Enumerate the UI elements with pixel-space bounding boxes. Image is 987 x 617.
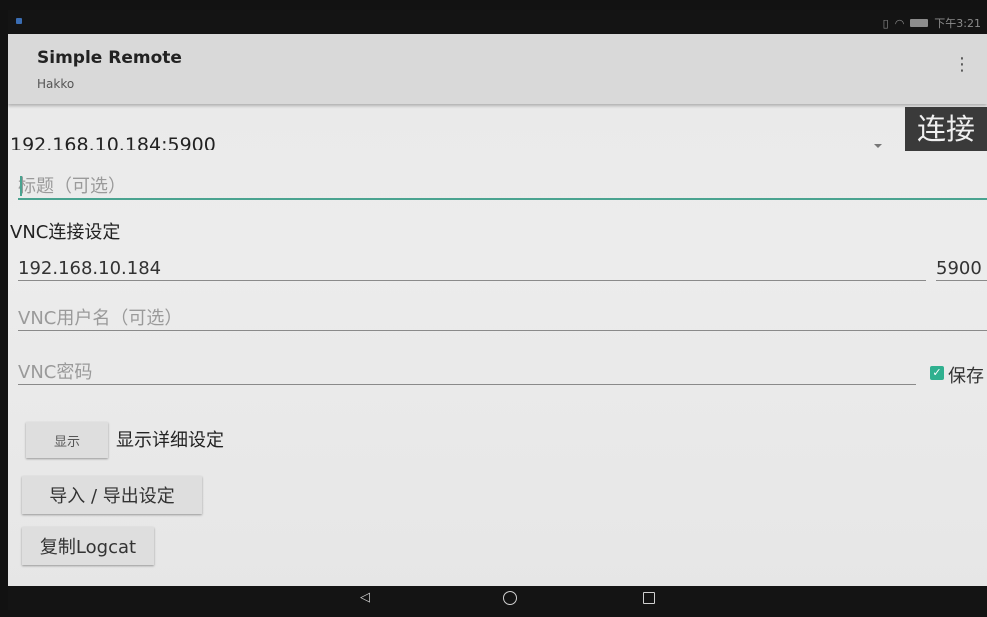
device-frame: ▯ ◠ 下午3:21 Simple Remote Hakko ⋮ 192.168… (0, 0, 987, 617)
overflow-menu-icon[interactable]: ⋮ (953, 56, 971, 74)
host-field[interactable] (18, 256, 926, 281)
navigation-bar: ◁ (8, 586, 987, 610)
connection-spinner-value: 192.168.10.184:5900 (10, 134, 216, 150)
import-export-button[interactable]: 导入 / 导出设定 (22, 476, 202, 514)
text-caret (20, 176, 22, 196)
dropdown-arrow-icon[interactable] (874, 144, 882, 148)
app-title: Simple Remote (37, 48, 182, 68)
status-bar: ▯ ◠ 下午3:21 (8, 10, 987, 34)
password-field[interactable] (18, 360, 916, 385)
app-bar: Simple Remote Hakko ⋮ (8, 34, 987, 104)
screen: ▯ ◠ 下午3:21 Simple Remote Hakko ⋮ 192.168… (8, 10, 987, 610)
save-checkbox[interactable]: ✓ (930, 366, 944, 380)
main-content: 192.168.10.184:5900 连接 VNC连接设定 ✓ (8, 104, 987, 586)
port-field[interactable] (936, 256, 987, 281)
password-input[interactable] (18, 360, 916, 384)
title-input[interactable] (18, 174, 987, 198)
connection-spinner[interactable]: 192.168.10.184:5900 (8, 104, 987, 164)
title-field[interactable] (18, 174, 987, 200)
vnc-section-label: VNC连接设定 (10, 222, 121, 243)
status-right-group: ▯ ◠ 下午3:21 (883, 15, 981, 31)
battery-icon (910, 19, 929, 27)
recent-apps-icon[interactable] (643, 592, 655, 604)
username-field[interactable] (18, 306, 987, 331)
status-time: 下午3:21 (934, 17, 981, 30)
home-icon[interactable] (503, 591, 517, 605)
copy-logcat-button[interactable]: 复制Logcat (22, 527, 154, 565)
connect-button[interactable]: 连接 (905, 107, 987, 151)
vibrate-icon: ▯ (882, 16, 889, 30)
show-details-label: 显示详细设定 (116, 430, 224, 451)
wifi-icon: ◠ (894, 16, 905, 30)
username-input[interactable] (18, 306, 987, 330)
port-input[interactable] (936, 256, 987, 280)
save-label[interactable]: 保存 (948, 362, 984, 388)
notification-icon (16, 18, 22, 24)
host-input[interactable] (18, 256, 926, 280)
back-icon[interactable]: ◁ (360, 591, 370, 604)
show-details-button[interactable]: 显示 (26, 422, 108, 458)
app-subtitle: Hakko (37, 77, 75, 91)
